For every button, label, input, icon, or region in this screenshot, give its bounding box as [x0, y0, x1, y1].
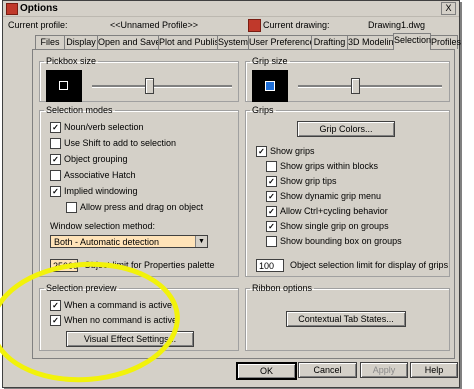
grip-tips-label: Show grip tips — [280, 176, 337, 186]
current-drawing-label: Current drawing: — [263, 20, 330, 30]
title-bar[interactable]: Options X — [3, 1, 459, 17]
bounding-box-groups-checkbox[interactable] — [266, 236, 277, 247]
tab-drafting[interactable]: Drafting — [311, 35, 348, 49]
help-button[interactable]: Help — [410, 362, 458, 378]
press-drag-checkbox[interactable] — [66, 202, 77, 213]
tab-system[interactable]: System — [217, 35, 249, 49]
object-limit-label: Object limit for Properties palette — [84, 260, 215, 270]
ok-button[interactable]: OK — [236, 362, 297, 380]
single-grip-groups-label: Show single grip on groups — [280, 221, 389, 231]
object-grouping-checkbox[interactable]: ✓ — [50, 154, 61, 165]
associative-hatch-checkbox[interactable] — [50, 170, 61, 181]
implied-windowing-label: Implied windowing — [64, 186, 138, 196]
grip-display-limit-label: Object selection limit for display of gr… — [290, 260, 449, 270]
implied-windowing-checkbox[interactable]: ✓ — [50, 186, 61, 197]
window-title: Options — [20, 3, 58, 14]
noun-verb-checkbox[interactable]: ✓ — [50, 122, 61, 133]
pickbox-slider-thumb[interactable] — [145, 78, 154, 94]
ribbon-options-group: Ribbon options Contextual Tab States... — [245, 283, 450, 351]
contextual-tab-states-button[interactable]: Contextual Tab States... — [286, 311, 406, 327]
ctrl-cycling-label: Allow Ctrl+cycling behavior — [280, 206, 388, 216]
grip-size-slider-track[interactable] — [298, 85, 442, 88]
grip-size-legend: Grip size — [252, 56, 288, 66]
chevron-down-icon[interactable]: ▼ — [195, 236, 207, 247]
shift-add-checkbox[interactable] — [50, 138, 61, 149]
selection-modes-legend: Selection modes — [46, 105, 113, 115]
no-command-active-label: When no command is active — [64, 315, 178, 325]
grips-within-blocks-label: Show grips within blocks — [280, 161, 379, 171]
pickbox-size-group: Pickbox size — [39, 56, 239, 102]
current-drawing-value: Drawing1.dwg — [368, 20, 426, 30]
no-command-active-checkbox[interactable]: ✓ — [50, 315, 61, 326]
drawing-icon — [248, 19, 261, 32]
noun-verb-label: Noun/verb selection — [64, 122, 144, 132]
tab-display[interactable]: Display — [64, 35, 98, 49]
pickbox-slider-track[interactable] — [92, 85, 232, 88]
window-method-dropdown[interactable]: Both - Automatic detection ▼ — [50, 235, 208, 248]
grips-legend: Grips — [252, 105, 274, 115]
grip-colors-button[interactable]: Grip Colors... — [297, 121, 395, 137]
tab-open-and-save[interactable]: Open and Save — [97, 35, 161, 49]
visual-effect-settings-button[interactable]: Visual Effect Settings... — [66, 331, 194, 347]
grip-size-slider-thumb[interactable] — [351, 78, 360, 94]
tab-3d-modeling[interactable]: 3D Modeling — [347, 35, 399, 49]
press-drag-label: Allow press and drag on object — [80, 202, 204, 212]
tab-user-preferences[interactable]: User Preferences — [248, 35, 319, 49]
selection-modes-group: Selection modes ✓ Noun/verb selection Us… — [39, 105, 239, 277]
grips-group: Grips Grip Colors... ✓ Show grips Show g… — [245, 105, 450, 277]
tab-files[interactable]: Files — [35, 35, 65, 49]
close-button[interactable]: X — [441, 2, 456, 15]
ctrl-cycling-checkbox[interactable]: ✓ — [266, 206, 277, 217]
current-profile-label: Current profile: — [8, 20, 68, 30]
window-method-value: Both - Automatic detection — [54, 237, 160, 247]
grip-size-preview — [252, 70, 288, 102]
current-profile-value: <<Unnamed Profile>> — [110, 20, 199, 30]
cancel-button[interactable]: Cancel — [298, 362, 357, 378]
selection-tab-panel: Pickbox size Grip size Selection modes ✓… — [32, 49, 455, 359]
dynamic-grip-menu-label: Show dynamic grip menu — [280, 191, 382, 201]
tab-selection[interactable]: Selection — [393, 33, 431, 50]
grip-display-limit-input[interactable]: 100 — [256, 259, 284, 272]
shift-add-label: Use Shift to add to selection — [64, 138, 177, 148]
single-grip-groups-checkbox[interactable]: ✓ — [266, 221, 277, 232]
grip-size-group: Grip size — [245, 56, 450, 102]
associative-hatch-label: Associative Hatch — [64, 170, 136, 180]
window-method-label: Window selection method: — [50, 221, 156, 231]
show-grips-label: Show grips — [270, 146, 315, 156]
ribbon-options-legend: Ribbon options — [252, 283, 313, 293]
bounding-box-groups-label: Show bounding box on groups — [280, 236, 402, 246]
pickbox-preview — [46, 70, 82, 102]
autocad-app-icon — [6, 3, 18, 15]
pickbox-size-legend: Pickbox size — [46, 56, 97, 66]
selection-preview-legend: Selection preview — [46, 283, 117, 293]
object-limit-input[interactable]: 25000 — [50, 259, 78, 272]
grips-within-blocks-checkbox[interactable] — [266, 161, 277, 172]
pickbox-square-icon — [59, 81, 68, 90]
apply-button[interactable]: Apply — [360, 362, 408, 378]
selection-preview-group: Selection preview ✓ When a command is ac… — [39, 283, 239, 351]
command-active-checkbox[interactable]: ✓ — [50, 300, 61, 311]
dynamic-grip-menu-checkbox[interactable]: ✓ — [266, 191, 277, 202]
show-grips-checkbox[interactable]: ✓ — [256, 146, 267, 157]
object-grouping-label: Object grouping — [64, 154, 128, 164]
grip-tips-checkbox[interactable]: ✓ — [266, 176, 277, 187]
tab-plot-and-publish[interactable]: Plot and Publish — [158, 35, 224, 49]
tab-profiles[interactable]: Profiles — [430, 35, 461, 49]
grip-square-icon — [265, 81, 275, 91]
command-active-label: When a command is active — [64, 300, 173, 310]
